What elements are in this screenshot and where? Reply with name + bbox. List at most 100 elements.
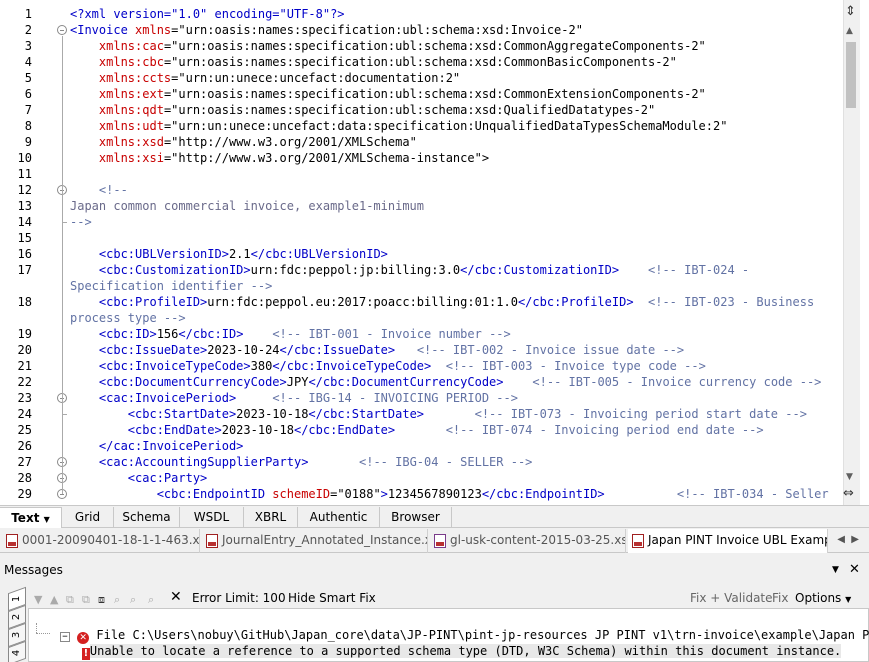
split-vertical-icon[interactable]: ⇕: [845, 4, 856, 19]
doc-tab-label: gl-usk-content-2015-03-25.xsd: [450, 533, 626, 547]
code-line[interactable]: <cbc:DocumentCurrencyCode>JPY</cbc:Docum…: [70, 374, 822, 390]
code-line[interactable]: <cbc:EndDate>2023-10-18</cbc:EndDate> <!…: [70, 422, 764, 438]
code-token: ="0188": [330, 487, 381, 501]
copy-all-icon[interactable]: ⧉: [82, 591, 90, 609]
tab-scroll-left-icon[interactable]: ◀: [837, 534, 845, 545]
code-line[interactable]: process type -->: [70, 310, 186, 326]
find-next-icon[interactable]: ⌕: [130, 591, 136, 609]
code-line[interactable]: <?xml version="1.0" encoding="UTF-8"?>: [70, 6, 345, 22]
tab-text[interactable]: Text ▼: [0, 507, 62, 528]
close-icon[interactable]: ✕: [849, 560, 860, 580]
code-line[interactable]: <cbc:ID>156</cbc:ID> <!-- IBT-001 - Invo…: [70, 326, 511, 342]
code-line[interactable]: <!--: [70, 182, 128, 198]
code-token: </cbc:UBLVersionID>: [250, 247, 388, 261]
code-token: <cbc:ProfileID>: [98, 295, 208, 309]
tab-authentic[interactable]: Authentic: [298, 507, 380, 528]
line-number: 16: [17, 247, 32, 261]
doc-tab-3[interactable]: gl-usk-content-2015-03-25.xsd: [430, 529, 626, 553]
tab-scroll-arrows[interactable]: ◀ ▶: [837, 534, 859, 545]
code-line[interactable]: xmlns:ccts="urn:un:unece:uncefact:docume…: [70, 70, 460, 86]
doc-tab-1[interactable]: 0001-20090401-18-1-1-463.xml: [2, 529, 200, 553]
copy-icon[interactable]: ⧉: [66, 591, 74, 609]
code-line[interactable]: <cbc:InvoiceTypeCode>380</cbc:InvoiceTyp…: [70, 358, 706, 374]
code-line[interactable]: <Invoice xmlns="urn:oasis:names:specific…: [70, 22, 583, 38]
line-number: 22: [17, 375, 32, 389]
find-prev-icon[interactable]: ⌕: [148, 591, 154, 609]
code-line[interactable]: <cac:InvoicePeriod> <!-- IBG-14 - INVOIC…: [70, 390, 518, 406]
code-line[interactable]: <cbc:IssueDate>2023-10-24</cbc:IssueDate…: [70, 342, 684, 358]
tab-grid[interactable]: Grid: [62, 507, 114, 528]
code-token: Specification identifier -->: [70, 279, 273, 293]
code-token: <!-- IBT-003 - Invoice type code -->: [445, 359, 706, 373]
code-line[interactable]: <cac:Party>: [70, 470, 207, 486]
options-label: Options: [795, 591, 842, 605]
pin-down-icon[interactable]: ▼: [832, 560, 839, 580]
line-number: 8: [24, 119, 32, 133]
fold-toggle-icon[interactable]: [57, 25, 67, 35]
messages-pane[interactable]: − ✕ File C:\Users\nobuy\GitHub\Japan_cor…: [28, 608, 869, 662]
code-line[interactable]: <cbc:StartDate>2023-10-18</cbc:StartDate…: [70, 406, 807, 422]
code-line[interactable]: xmlns:xsi="http://www.w3.org/2001/XMLSch…: [70, 150, 489, 166]
tab-xbrl[interactable]: XBRL: [244, 507, 298, 528]
tab-browser[interactable]: Browser: [380, 507, 452, 528]
code-token: <cbc:UBLVersionID>: [98, 247, 229, 261]
code-line[interactable]: Japan common commercial invoice, example…: [70, 198, 424, 214]
code-line[interactable]: xmlns:ext="urn:oasis:names:specification…: [70, 86, 706, 102]
message-error-row[interactable]: ! Unable to locate a reference to a suppo…: [53, 627, 842, 662]
code-area[interactable]: <?xml version="1.0" encoding="UTF-8"?> <I…: [70, 0, 842, 505]
code-line[interactable]: <cbc:ProfileID>urn:fdc:peppol.eu:2017:po…: [70, 294, 814, 310]
xml-editor[interactable]: 1 2 3 4 5 6 7 8 9 10 11 12 13 14 15 16 17 18 19 20 21 22 23 24 2…: [0, 0, 869, 506]
code-line[interactable]: xmlns:cbc="urn:oasis:names:specification…: [70, 54, 677, 70]
code-line[interactable]: <cbc:CustomizationID>urn:fdc:peppol:jp:b…: [70, 262, 749, 278]
fix-validate-button[interactable]: Fix + Validate: [690, 589, 773, 607]
doc-tab-4[interactable]: Japan PINT Invoice UBL Example: [628, 529, 828, 553]
line-number: 4: [24, 55, 32, 69]
tab-schema[interactable]: Schema: [114, 507, 180, 528]
code-line[interactable]: xmlns:cac="urn:oasis:names:specification…: [70, 38, 706, 54]
hide-smart-fix-button[interactable]: Hide Smart Fix: [288, 589, 376, 607]
clear-icon[interactable]: ✕: [170, 588, 182, 606]
code-line[interactable]: xmlns:qdt="urn:oasis:names:specification…: [70, 102, 655, 118]
code-line[interactable]: <cbc:UBLVersionID>2.1</cbc:UBLVersionID>: [70, 246, 388, 262]
find-icon[interactable]: ⌕: [114, 591, 120, 609]
code-token: </cbc:CustomizationID>: [460, 263, 620, 277]
tab-scroll-right-icon[interactable]: ▶: [851, 534, 859, 545]
line-number: 25: [17, 423, 32, 437]
code-line[interactable]: <cbc:EndpointID schemeID="0188">12345678…: [70, 486, 829, 502]
fold-end-mark: [62, 414, 67, 415]
code-line[interactable]: xmlns:xsd="http://www.w3.org/2001/XMLSch…: [70, 134, 417, 150]
split-horizontal-icon[interactable]: ⇔: [843, 486, 854, 501]
options-button[interactable]: Options ▼: [795, 589, 851, 609]
fix-button[interactable]: Fix: [772, 589, 788, 607]
code-token: ="urn:oasis:names:specification:ubl:sche…: [171, 23, 583, 37]
scroll-down-arrow-icon[interactable]: ▼: [846, 472, 853, 482]
doc-tab-2[interactable]: JournalEntry_Annotated_Instance.xml: [202, 529, 428, 553]
code-token: </cbc:StartDate>: [308, 407, 425, 421]
code-line[interactable]: Specification identifier -->: [70, 278, 272, 294]
code-token: <!-- IBT-034 - Seller: [676, 487, 829, 501]
chevron-down-icon[interactable]: ▼: [44, 515, 50, 524]
code-token: <!-- IBT-005 - Invoice currency code -->: [532, 375, 822, 389]
tab-wsdl[interactable]: WSDL: [180, 507, 244, 528]
code-token: <cbc:EndpointID: [156, 487, 273, 501]
code-line[interactable]: xmlns:udt="urn:un:unece:uncefact:data:sp…: [70, 118, 728, 134]
fold-margin: [54, 0, 68, 505]
line-number: 14: [17, 215, 32, 229]
line-number: 26: [17, 439, 32, 453]
arrow-up-icon[interactable]: ▲: [50, 591, 58, 609]
arrow-down-icon[interactable]: ▼: [34, 591, 42, 609]
vertical-scroll-thumb[interactable]: [846, 42, 856, 108]
code-line[interactable]: -->: [70, 214, 92, 230]
code-line[interactable]: </cac:InvoicePeriod>: [70, 438, 244, 454]
code-line[interactable]: <cac:AccountingSupplierParty> <!-- IBG-0…: [70, 454, 532, 470]
scroll-up-arrow-icon[interactable]: ▲: [846, 26, 853, 36]
error-limit-button[interactable]: Error Limit: 100: [192, 589, 286, 607]
expand-icon[interactable]: ⧈: [98, 591, 105, 609]
